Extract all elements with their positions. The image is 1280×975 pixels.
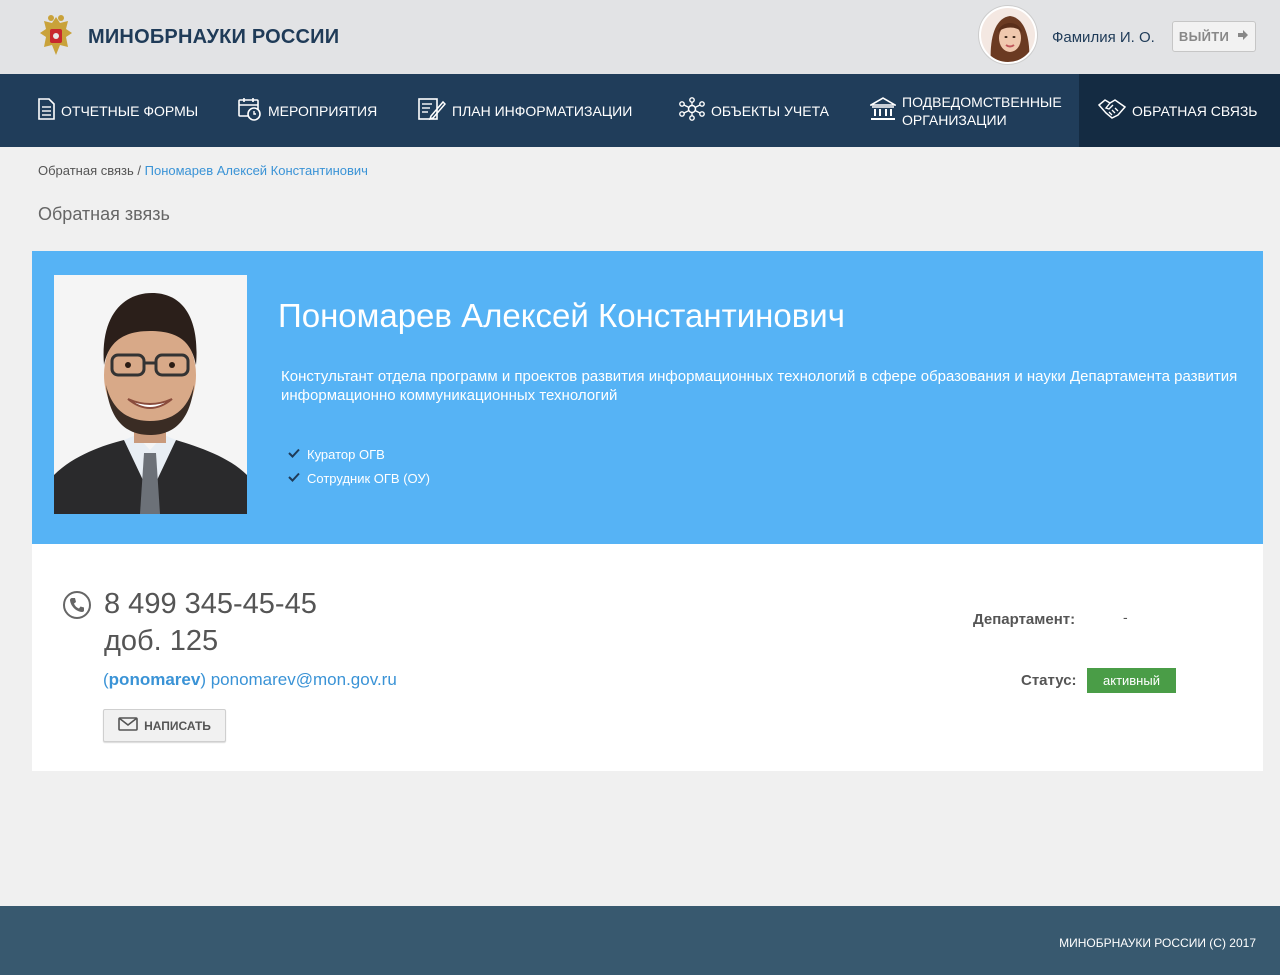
coat-of-arms-logo — [38, 13, 74, 59]
status-badge: активный — [1087, 668, 1176, 693]
check-icon — [288, 471, 300, 485]
logout-button[interactable]: ВЫЙТИ — [1172, 21, 1256, 52]
role-label: Сотрудник ОГВ (ОУ) — [307, 470, 430, 486]
role-label: Куратор ОГВ — [307, 446, 385, 462]
arrow-right-icon — [1237, 29, 1249, 44]
nav-item-subordinate-organizations[interactable]: ПОДВЕДОМСТВЕННЫЕ ОРГАНИЗАЦИИ — [868, 74, 1062, 147]
contact-card: 8 499 345-45-45 доб. 125 (ponomarev) pon… — [32, 544, 1263, 771]
write-button[interactable]: НАПИСАТЬ — [103, 709, 226, 742]
calendar-clock-icon — [238, 97, 262, 124]
nav-item-events[interactable]: МЕРОПРИЯТИЯ — [238, 74, 377, 147]
top-header: МИНОБРНАУКИ РОССИИ Фамилия И. О. ВЫЙТИ — [0, 0, 1280, 74]
nav-label: ПЛАН ИНФОРМАТИЗАЦИИ — [452, 102, 633, 119]
nav-item-accounting-objects[interactable]: ОБЪЕКТЫ УЧЕТА — [679, 74, 829, 147]
institution-icon — [868, 97, 898, 124]
logout-label: ВЫЙТИ — [1178, 29, 1230, 44]
footer-copyright: МИНОБРНАУКИ РОССИИ (С) 2017 — [1059, 936, 1256, 950]
employee-name: Пономарев Алексей Константинович — [278, 297, 845, 334]
breadcrumb-separator: / — [133, 163, 145, 178]
role-list: Куратор ОГВ Сотрудник ОГВ (ОУ) — [288, 442, 430, 490]
nav-item-report-forms[interactable]: ОТЧЕТНЫЕ ФОРМЫ — [37, 74, 198, 147]
role-item: Сотрудник ОГВ (ОУ) — [288, 466, 430, 490]
status-label: Статус: — [1021, 672, 1077, 689]
edit-document-icon — [418, 97, 447, 124]
email-line: (ponomarev) ponomarev@mon.gov.ru — [103, 670, 397, 689]
nav-label: ПОДВЕДОМСТВЕННЫЕ ОРГАНИЗАЦИИ — [902, 93, 1062, 129]
network-nodes-icon — [679, 97, 705, 124]
nav-label: МЕРОПРИЯТИЯ — [268, 102, 378, 119]
nav-label: ОБРАТНАЯ СВЯЗЬ — [1132, 102, 1258, 119]
employee-photo — [54, 275, 247, 514]
main-nav: ОТЧЕТНЫЕ ФОРМЫ МЕРОПРИЯТИЯ ПЛАН ИНФОРМАТ… — [0, 74, 1280, 147]
user-avatar[interactable] — [979, 6, 1037, 64]
nav-item-feedback[interactable]: ОБРАТНАЯ СВЯЗЬ — [1079, 74, 1280, 147]
nav-label-line1: ПОДВЕДОМСТВЕННЫЕ — [902, 93, 1062, 110]
user-login[interactable]: ponomarev — [109, 670, 201, 689]
phone-extension: доб. 125 — [104, 625, 219, 657]
breadcrumb: Обратная связь / Пономарев Алексей Конст… — [38, 163, 368, 178]
check-icon — [288, 447, 300, 461]
envelope-icon — [118, 717, 138, 734]
phone-number-block: 8 499 345-45-45 доб. 125 — [104, 586, 317, 660]
department-value: - — [1123, 609, 1128, 625]
handshake-icon — [1097, 97, 1127, 124]
department-label: Департамент: — [973, 611, 1076, 628]
role-item: Куратор ОГВ — [288, 442, 430, 466]
breadcrumb-root[interactable]: Обратная связь — [38, 163, 134, 178]
phone-number: 8 499 345-45-45 — [104, 588, 317, 620]
user-name[interactable]: Фамилия И. О. — [1052, 29, 1155, 46]
document-list-icon — [37, 98, 55, 123]
page-title: Обратная звязь — [38, 204, 170, 224]
nav-item-informatization-plan[interactable]: ПЛАН ИНФОРМАТИЗАЦИИ — [418, 74, 632, 147]
breadcrumb-current[interactable]: Пономарев Алексей Константинович — [145, 163, 368, 178]
brand-title: МИНОБРНАУКИ РОССИИ — [88, 26, 340, 48]
nav-label: ОБЪЕКТЫ УЧЕТА — [711, 102, 830, 119]
write-label: НАПИСАТЬ — [144, 718, 211, 733]
profile-card: Пономарев Алексей Константинович Констул… — [32, 251, 1263, 544]
phone-icon — [62, 590, 92, 625]
email-link[interactable]: ponomarev@mon.gov.ru — [211, 670, 397, 689]
footer: МИНОБРНАУКИ РОССИИ (С) 2017 — [0, 906, 1280, 975]
nav-label: ОТЧЕТНЫЕ ФОРМЫ — [61, 102, 199, 119]
employee-position: Констультант отдела программ и проектов … — [281, 368, 1238, 404]
nav-label-line2: ОРГАНИЗАЦИИ — [902, 111, 1007, 128]
